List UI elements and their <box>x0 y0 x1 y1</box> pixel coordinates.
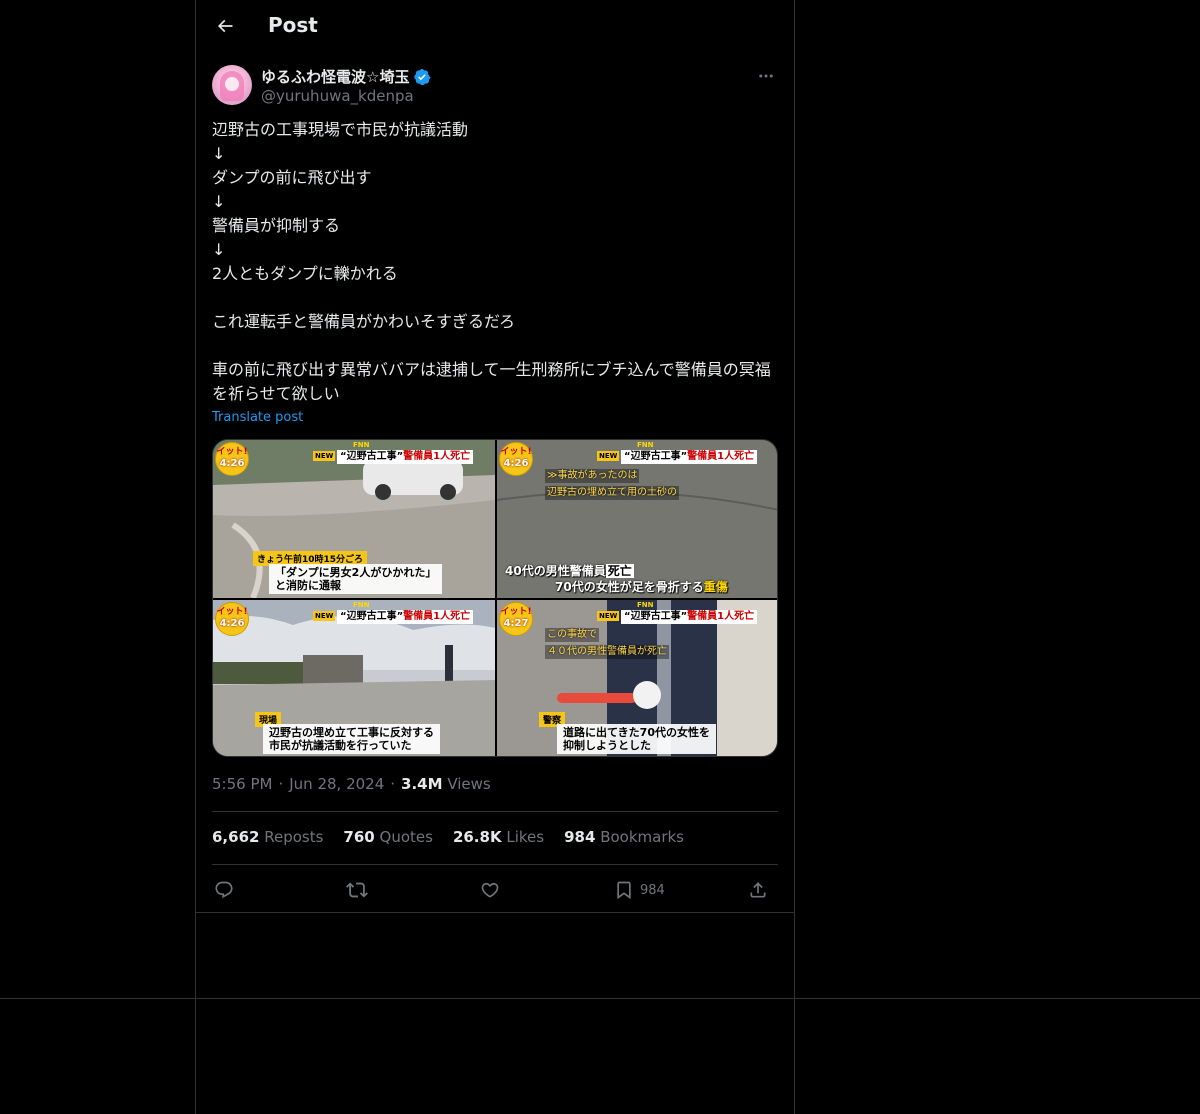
caption-box: 辺野古の埋め立て工事に反対する 市民が抗議活動を行っていた <box>263 724 440 754</box>
subtitle-line-1: この事故で <box>545 628 599 642</box>
news-banner: “辺野古工事”警備員1人死亡 <box>621 450 758 464</box>
post-date[interactable]: Jun 28, 2024 <box>289 775 384 793</box>
post-text: 辺野古の工事現場で市民が抗議活動 ↓ ダンプの前に飛び出す ↓ 警備員が抑制する… <box>212 120 771 403</box>
show-logo-badge: イット! 4:26 <box>215 442 249 476</box>
caption-line-2: 70代の女性が足を骨折する重傷 <box>555 580 728 594</box>
more-dots-icon <box>759 74 773 78</box>
fnn-label: FNN <box>637 601 654 609</box>
meta-separator: · <box>390 775 396 793</box>
news-banner: “辺野古工事”警備員1人死亡 <box>337 610 474 624</box>
media-image-1[interactable]: イット! 4:26 FNN NEW “辺野古工事”警備員1人死亡 きょう午前10時… <box>213 440 495 598</box>
post-column: Post ゆるふわ怪電波☆埼玉 @yuruhuwa_kdenpa 辺野古の工事現… <box>195 0 795 1114</box>
subtitle-line-2: ４０代の男性警備員が死亡 <box>545 645 669 659</box>
subtitle-line-1: ≫事故があったのは <box>545 469 640 483</box>
repost-button[interactable] <box>346 876 368 904</box>
translate-post-link[interactable]: Translate post <box>212 410 303 425</box>
share-icon <box>750 882 766 898</box>
fnn-label: FNN <box>353 441 370 449</box>
new-tag: NEW <box>597 611 620 621</box>
fnn-label: FNN <box>637 441 654 449</box>
show-logo-badge: イット! 4:26 <box>215 602 249 636</box>
divider <box>212 811 778 812</box>
repost-icon <box>346 882 368 898</box>
bookmark-count: 984 <box>640 882 665 898</box>
views-stat[interactable]: 3.4M Views <box>401 775 491 793</box>
new-tag: NEW <box>313 611 336 621</box>
author-handle[interactable]: @yuruhuwa_kdenpa <box>261 87 414 105</box>
author-name-row: ゆるふわ怪電波☆埼玉 <box>261 66 431 87</box>
divider <box>0 998 1200 999</box>
caption-box: 道路に出てきた70代の女性を 抑制しようとした <box>557 724 716 754</box>
verified-badge-icon <box>414 68 431 85</box>
media-image-2[interactable]: イット! 4:26 FNN NEW “辺野古工事”警備員1人死亡 ≫事故があったの… <box>497 440 777 598</box>
bookmarks-stat[interactable]: 984 Bookmarks <box>564 828 684 846</box>
post-author: ゆるふわ怪電波☆埼玉 @yuruhuwa_kdenpa <box>212 64 778 108</box>
media-image-4[interactable]: イット! 4:27 FNN NEW “辺野古工事”警備員1人死亡 この事故で ４０… <box>497 600 777 756</box>
meta-separator: · <box>278 775 284 793</box>
arrow-left-icon <box>217 19 233 33</box>
media-grid: イット! 4:26 FNN NEW “辺野古工事”警備員1人死亡 きょう午前10時… <box>212 439 778 757</box>
like-button[interactable] <box>480 876 500 904</box>
heart-icon <box>481 882 499 898</box>
new-tag: NEW <box>313 451 336 461</box>
new-tag: NEW <box>597 451 620 461</box>
reply-icon <box>215 881 233 899</box>
page-title: Post <box>268 13 318 37</box>
reply-button[interactable] <box>214 876 234 904</box>
likes-stat[interactable]: 26.8K Likes <box>453 828 544 846</box>
divider <box>212 864 778 865</box>
more-options-button[interactable] <box>754 64 778 88</box>
engagement-stats: 6,662 Reposts 760 Quotes 26.8K Likes 984… <box>212 828 684 846</box>
bookmark-icon <box>617 881 631 900</box>
media-image-3[interactable]: イット! 4:26 FNN NEW “辺野古工事”警備員1人死亡 現場 辺野古の埋… <box>213 600 495 756</box>
subtitle-line-2: 辺野古の埋め立て用の土砂の <box>545 486 679 500</box>
reposts-stat[interactable]: 6,662 Reposts <box>212 828 323 846</box>
show-logo-badge: イット! 4:26 <box>499 442 533 476</box>
back-button[interactable] <box>208 9 242 43</box>
bookmark-button[interactable]: 984 <box>614 876 665 904</box>
top-bar: Post <box>196 0 794 53</box>
news-banner: “辺野古工事”警備員1人死亡 <box>621 610 758 624</box>
quotes-stat[interactable]: 760 Quotes <box>343 828 433 846</box>
show-logo-badge: イット! 4:27 <box>499 602 533 636</box>
fnn-label: FNN <box>353 601 370 609</box>
author-name[interactable]: ゆるふわ怪電波☆埼玉 <box>261 66 409 87</box>
avatar[interactable] <box>212 65 252 105</box>
news-banner: “辺野古工事”警備員1人死亡 <box>337 450 474 464</box>
caption-line-1: 40代の男性警備員 死亡 <box>505 564 634 578</box>
share-button[interactable] <box>748 876 768 904</box>
divider <box>196 912 794 913</box>
caption-box: 「ダンプに男女2人がひかれた」 と消防に通報 <box>269 564 443 594</box>
post-metadata: 5:56 PM · Jun 28, 2024 · 3.4M Views <box>212 775 491 793</box>
post-time[interactable]: 5:56 PM <box>212 775 272 793</box>
action-bar: 984 <box>212 874 778 906</box>
